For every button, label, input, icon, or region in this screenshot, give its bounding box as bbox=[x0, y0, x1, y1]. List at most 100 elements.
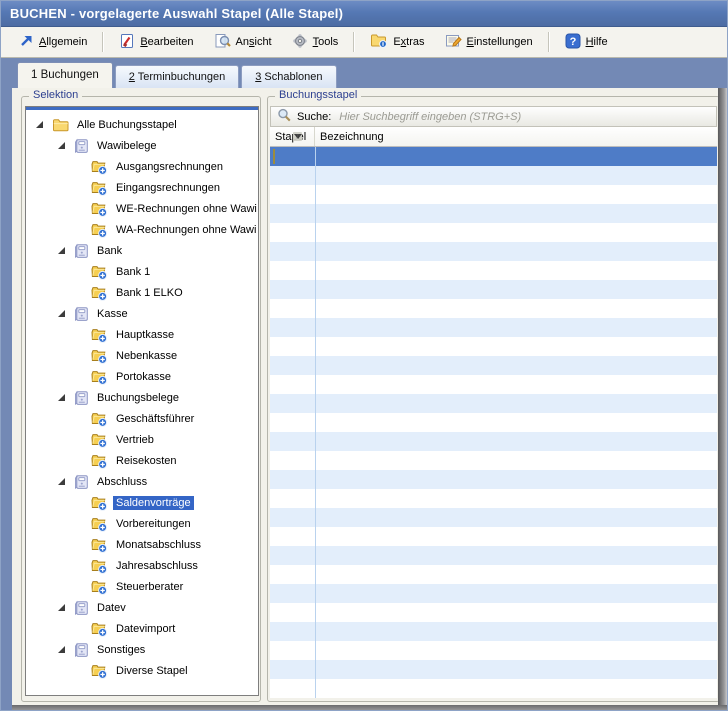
svg-text:?: ? bbox=[569, 36, 576, 48]
stack-folder-icon bbox=[90, 369, 108, 385]
tree-item-label: Diverse Stapel bbox=[113, 664, 191, 678]
tree-item[interactable]: Monatsabschluss bbox=[26, 534, 258, 555]
table-row[interactable] bbox=[270, 660, 717, 679]
tree-item[interactable]: WA-Rechnungen ohne Wawi bbox=[26, 219, 258, 240]
table-row[interactable] bbox=[270, 394, 717, 413]
table-row[interactable] bbox=[270, 413, 717, 432]
toolbar-separator bbox=[102, 32, 104, 52]
expand-triangle-icon[interactable] bbox=[58, 142, 74, 149]
table-row[interactable] bbox=[270, 489, 717, 508]
tree-item[interactable]: Kasse bbox=[26, 303, 258, 324]
stack-folder-icon bbox=[90, 180, 108, 196]
tree-item[interactable]: Geschäftsführer bbox=[26, 408, 258, 429]
toolbar-button-bearbeiten[interactable]: Bearbeiten bbox=[109, 29, 203, 56]
tree-item-label: Jahresabschluss bbox=[113, 559, 201, 573]
column-header-stapel[interactable]: Stapel bbox=[270, 127, 315, 146]
stack-folder-icon bbox=[90, 663, 108, 679]
settings-note-icon bbox=[445, 33, 462, 51]
tree-item[interactable]: Jahresabschluss bbox=[26, 555, 258, 576]
table-row[interactable] bbox=[270, 318, 717, 337]
tree-item[interactable]: Alle Buchungsstapel bbox=[26, 114, 258, 135]
toolbar-button-ansicht[interactable]: Ansicht bbox=[204, 29, 282, 56]
expand-triangle-icon[interactable] bbox=[58, 310, 74, 317]
expand-triangle-icon[interactable] bbox=[58, 394, 74, 401]
tree-item[interactable]: Wawibelege bbox=[26, 135, 258, 156]
table-row[interactable] bbox=[270, 337, 717, 356]
table-row[interactable] bbox=[270, 356, 717, 375]
toolbar-button-allgemein[interactable]: Allgemein bbox=[9, 29, 97, 55]
tree-item-label: Reisekosten bbox=[113, 454, 180, 468]
tab-buchungen[interactable]: 1 Buchungen bbox=[17, 62, 113, 88]
expand-triangle-icon[interactable] bbox=[58, 478, 74, 485]
table-row[interactable] bbox=[270, 565, 717, 584]
expand-triangle-icon[interactable] bbox=[58, 604, 74, 611]
tree-item[interactable]: WE-Rechnungen ohne Wawi bbox=[26, 198, 258, 219]
tree-item[interactable]: Eingangsrechnungen bbox=[26, 177, 258, 198]
tree-item[interactable]: Bank 1 bbox=[26, 261, 258, 282]
tree-item[interactable]: Hauptkasse bbox=[26, 324, 258, 345]
table-row[interactable] bbox=[270, 508, 717, 527]
table-row[interactable] bbox=[270, 451, 717, 470]
table-row[interactable] bbox=[270, 223, 717, 242]
table-row[interactable] bbox=[270, 622, 717, 641]
table-row[interactable] bbox=[270, 204, 717, 223]
tree-item[interactable]: Bank bbox=[26, 240, 258, 261]
table-row[interactable] bbox=[270, 603, 717, 622]
table-row[interactable] bbox=[270, 299, 717, 318]
table-row[interactable] bbox=[270, 242, 717, 261]
table-row[interactable] bbox=[270, 546, 717, 565]
stack-folder-icon bbox=[90, 411, 108, 427]
expand-triangle-icon[interactable] bbox=[58, 247, 74, 254]
tree-item-label: Saldenvorträge bbox=[113, 496, 194, 510]
table-row[interactable] bbox=[270, 261, 717, 280]
column-header-bezeichnung[interactable]: Bezeichnung bbox=[315, 127, 717, 146]
tree-item[interactable]: Datev bbox=[26, 597, 258, 618]
tree-item[interactable]: Abschluss bbox=[26, 471, 258, 492]
tree-item[interactable]: Saldenvorträge bbox=[26, 492, 258, 513]
filebox-icon bbox=[74, 138, 89, 154]
tree-item-label: Hauptkasse bbox=[113, 328, 177, 342]
tree-item[interactable]: Ausgangsrechnungen bbox=[26, 156, 258, 177]
table-row[interactable] bbox=[270, 166, 717, 185]
tree-item-label: Abschluss bbox=[94, 475, 150, 489]
tree-item[interactable]: Nebenkasse bbox=[26, 345, 258, 366]
help-icon: ? bbox=[565, 33, 581, 52]
table-row-selected[interactable] bbox=[270, 147, 717, 166]
tree-item[interactable]: Reisekosten bbox=[26, 450, 258, 471]
stack-folder-icon bbox=[90, 159, 108, 175]
expand-triangle-icon[interactable] bbox=[58, 646, 74, 653]
tab-terminbuchungen[interactable]: 2 Terminbuchungen bbox=[115, 65, 239, 88]
table-header: Stapel Bezeichnung bbox=[270, 127, 717, 147]
window-title: BUCHEN - vorgelagerte Auswahl Stapel (Al… bbox=[10, 6, 343, 21]
table-row[interactable] bbox=[270, 584, 717, 603]
tree-item[interactable]: Vertrieb bbox=[26, 429, 258, 450]
tree-item[interactable]: Buchungsbelege bbox=[26, 387, 258, 408]
table-row[interactable] bbox=[270, 470, 717, 489]
app-window: BUCHEN - vorgelagerte Auswahl Stapel (Al… bbox=[0, 0, 728, 711]
table-row[interactable] bbox=[270, 641, 717, 660]
gear-icon bbox=[292, 33, 308, 52]
search-input[interactable] bbox=[337, 110, 710, 124]
tree-item[interactable]: Diverse Stapel bbox=[26, 660, 258, 681]
expand-triangle-icon[interactable] bbox=[36, 121, 52, 128]
tree-item[interactable]: Sonstiges bbox=[26, 639, 258, 660]
table-row[interactable] bbox=[270, 280, 717, 299]
selektion-tree-panel[interactable]: Alle BuchungsstapelWawibelegeAusgangsrec… bbox=[25, 106, 259, 696]
tree-item[interactable]: Steuerberater bbox=[26, 576, 258, 597]
tab-schablonen[interactable]: 3 Schablonen bbox=[241, 65, 336, 88]
table-row[interactable] bbox=[270, 375, 717, 394]
table-row[interactable] bbox=[270, 185, 717, 204]
table-row[interactable] bbox=[270, 679, 717, 698]
tree-item[interactable]: Portokasse bbox=[26, 366, 258, 387]
toolbar-button-tools[interactable]: Tools bbox=[282, 29, 349, 56]
table-row[interactable] bbox=[270, 432, 717, 451]
toolbar-button-hilfe[interactable]: ? Hilfe bbox=[555, 29, 618, 56]
toolbar-button-extras[interactable]: Extras bbox=[360, 29, 434, 55]
tree-item-label: Steuerberater bbox=[113, 580, 186, 594]
toolbar-button-einstellungen[interactable]: Einstellungen bbox=[435, 29, 543, 55]
tree-item[interactable]: Datevimport bbox=[26, 618, 258, 639]
table-row[interactable] bbox=[270, 527, 717, 546]
tree-item-label: WA-Rechnungen ohne Wawi bbox=[113, 223, 259, 237]
tree-item[interactable]: Vorbereitungen bbox=[26, 513, 258, 534]
tree-item[interactable]: Bank 1 ELKO bbox=[26, 282, 258, 303]
